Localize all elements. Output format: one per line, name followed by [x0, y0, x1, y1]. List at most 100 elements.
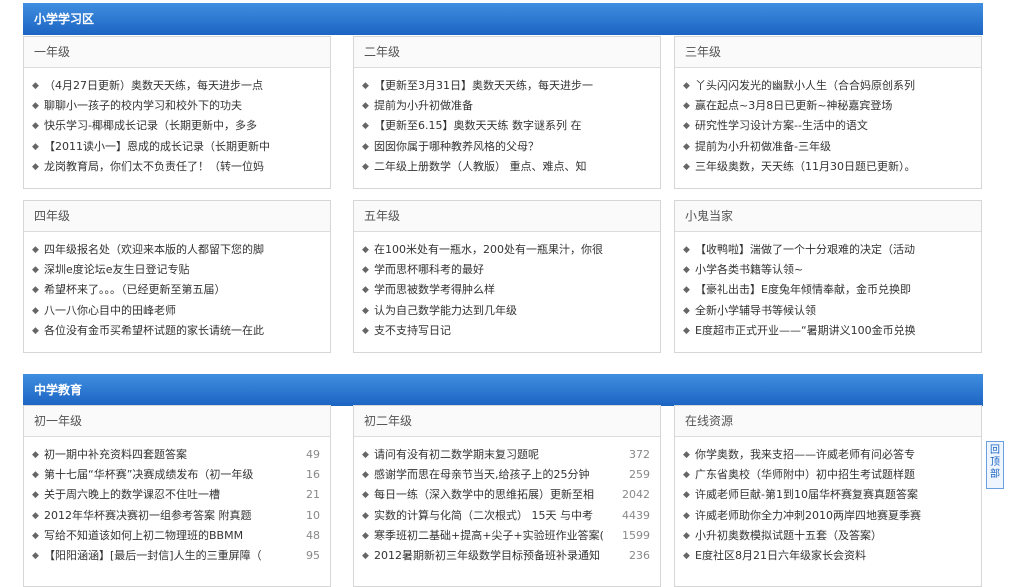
- list-item: ◆ 写给不知道该如何上初二物理班的BBMM 48: [24, 526, 330, 546]
- panel-title[interactable]: 五年级: [354, 201, 660, 232]
- bullet-icon: ◆: [683, 450, 690, 460]
- topic-link[interactable]: 【更新至3月31日】奥数天天练，每天进步一: [374, 76, 593, 96]
- topic-link[interactable]: 囡囡你属于哪种教养风格的父母？: [374, 137, 539, 157]
- topic-link[interactable]: 【更新至6.15】奥数天天练 数字谜系列 在: [374, 116, 581, 136]
- back-to-top-button[interactable]: 回顶部: [986, 441, 1004, 489]
- list-item: ◆ 【2011读小一】恩成的成长记录（长期更新中: [24, 137, 330, 157]
- forum-panel: 在线资源 ◆ 你学奥数，我来支招——许威老师有问必答专 ◆ 广东省奥校（华师附中）初中招…: [674, 405, 982, 587]
- topic-link[interactable]: 丫头闪闪发光的幽默小人生（合合妈原创系列: [695, 76, 915, 96]
- topic-link[interactable]: 许威老师巨献-第1到10届华杯赛复赛真题答案: [695, 485, 918, 505]
- topic-link[interactable]: 【阳阳涵涵】[最后一封信]人生的三重屏障（: [44, 546, 262, 566]
- bullet-icon: ◆: [683, 530, 690, 541]
- bullet-icon: ◆: [362, 141, 369, 152]
- bullet-icon: ◆: [683, 490, 690, 501]
- panel-title[interactable]: 一年级: [24, 37, 330, 68]
- topic-link[interactable]: 提前为小升初做准备-三年级: [695, 137, 831, 157]
- topic-link[interactable]: 在100米处有一瓶水，200处有一瓶果汁，你很: [374, 240, 603, 260]
- panel-title[interactable]: 在线资源: [675, 406, 981, 437]
- bullet-icon: ◆: [32, 161, 39, 172]
- topic-link[interactable]: 【豪礼出击】E度兔年倾情奉献，金币兑换即: [695, 280, 911, 300]
- topic-link[interactable]: 二年级上册数学（人教版） 重点、难点、知: [374, 157, 587, 177]
- bullet-icon: ◆: [683, 470, 690, 481]
- list-item: ◆ 希望杯来了。。。（已经更新至第五届）: [24, 280, 330, 300]
- bullet-icon: ◆: [32, 81, 39, 91]
- topic-link[interactable]: 【收鸭啦】湍做了一个十分艰难的决定（活动: [695, 240, 915, 260]
- bullet-icon: ◆: [32, 325, 39, 336]
- reply-count: 49: [306, 448, 320, 461]
- list-item: ◆ 四年级报名处（欢迎来本版的人都留下您的脚: [24, 240, 330, 260]
- panel-title[interactable]: 初二年级: [354, 406, 660, 437]
- topic-link[interactable]: 学而思被数学考得肿么样: [374, 280, 495, 300]
- topic-list: ◆ 【更新至3月31日】奥数天天练，每天进步一 ◆ 提前为小升初做准备 ◆ 【更新至6.1…: [354, 68, 660, 177]
- topic-link[interactable]: 各位没有金币买希望杯试题的家长请统一在此: [44, 321, 264, 341]
- topic-link[interactable]: 四年级报名处（欢迎来本版的人都留下您的脚: [44, 240, 264, 260]
- topic-link[interactable]: 快乐学习-椰椰成长记录（长期更新中，多多: [44, 116, 257, 136]
- topic-link[interactable]: 三年级奥数，天天练（11月30日题已更新）。: [695, 157, 916, 177]
- topic-link[interactable]: 你学奥数，我来支招——许威老师有问必答专: [695, 445, 915, 465]
- topic-link[interactable]: 【2011读小一】恩成的成长记录（长期更新中: [44, 137, 270, 157]
- topic-link[interactable]: 写给不知道该如何上初二物理班的BBMM: [44, 526, 243, 546]
- panel-title[interactable]: 四年级: [24, 201, 330, 232]
- topic-link[interactable]: 许威老师助你全力冲刺2010两岸四地赛夏季赛: [695, 506, 921, 526]
- topic-list: ◆ （4月27日更新）奥数天天练，每天进步一点 ◆ 聊聊小一孩子的校内学习和校外下的功…: [24, 68, 330, 177]
- topic-link[interactable]: 寒季班初二基础+提高+尖子+实验班作业答案(: [374, 526, 604, 546]
- list-item: ◆ 许威老师巨献-第1到10届华杯赛复赛真题答案: [675, 485, 981, 505]
- reply-count: 1599: [622, 528, 650, 542]
- topic-list: ◆ 初一期中补充资料四套题答案 49 ◆ 第十七届“华杯赛”决赛成绩发布（初一年级 16 ◆…: [24, 437, 330, 566]
- topic-link[interactable]: E度超市正式开业——“暑期讲义100金币兑换: [695, 321, 916, 341]
- topic-link[interactable]: 2012年华杯赛决赛初一组参考答案 附真题: [44, 506, 252, 526]
- panel-title[interactable]: 三年级: [675, 37, 981, 68]
- topic-link[interactable]: 认为自己数学能力达到几年级: [374, 301, 517, 321]
- forum-panel: 五年级 ◆ 在100米处有一瓶水，200处有一瓶果汁，你很 ◆ 学而思杯哪科考的最好 ◆ 学…: [353, 200, 661, 353]
- topic-link[interactable]: 每日一练（深入数学中的思维拓展）更新至相: [374, 485, 594, 505]
- list-item: ◆ 【更新至6.15】奥数天天练 数字谜系列 在: [354, 116, 660, 136]
- topic-link[interactable]: 学而思杯哪科考的最好: [374, 260, 484, 280]
- panel-title[interactable]: 二年级: [354, 37, 660, 68]
- topic-link[interactable]: 实数的计算与化简（二次根式） 15天 与中考: [374, 506, 593, 526]
- list-item: ◆ 2012年华杯赛决赛初一组参考答案 附真题 10: [24, 506, 330, 526]
- bullet-icon: ◆: [683, 121, 690, 132]
- bullet-icon: ◆: [362, 245, 369, 255]
- topic-link[interactable]: 感谢学而思在母亲节当天,给孩子上的25分钟: [374, 465, 590, 485]
- topic-link[interactable]: 广东省奥校（华师附中）初中招生考试题样题: [695, 465, 915, 485]
- topic-link[interactable]: 初一期中补充资料四套题答案: [44, 445, 187, 465]
- topic-link[interactable]: 深圳e度论坛e友生日登记专贴: [44, 260, 190, 280]
- topic-link[interactable]: 龙岗教育局，你们太不负责任了！（转一位妈: [44, 157, 264, 177]
- list-item: ◆ 实数的计算与化简（二次根式） 15天 与中考 4439: [354, 506, 660, 526]
- bullet-icon: ◆: [362, 101, 369, 112]
- list-item: ◆ 提前为小升初做准备: [354, 96, 660, 116]
- topic-link[interactable]: 关于周六晚上的数学课忍不住吐一槽: [44, 485, 220, 505]
- topic-link[interactable]: 聊聊小一孩子的校内学习和校外下的功夫: [44, 96, 242, 116]
- reply-count: 21: [306, 488, 320, 502]
- topic-link[interactable]: （4月27日更新）奥数天天练，每天进步一点: [44, 76, 263, 96]
- reply-count: 10: [306, 508, 320, 522]
- topic-link[interactable]: 全新小学辅导书等候认领: [695, 301, 816, 321]
- bullet-icon: ◆: [362, 121, 369, 132]
- bullet-icon: ◆: [362, 265, 369, 276]
- list-item: ◆ 【更新至3月31日】奥数天天练，每天进步一: [354, 76, 660, 96]
- topic-link[interactable]: 支不支持写日记: [374, 321, 451, 341]
- bullet-icon: ◆: [32, 245, 39, 255]
- bullet-icon: ◆: [362, 285, 369, 296]
- list-item: ◆ 你学奥数，我来支招——许威老师有问必答专: [675, 445, 981, 465]
- bullet-icon: ◆: [683, 285, 690, 296]
- list-item: ◆ 小学各类书籍等认领~: [675, 260, 981, 280]
- topic-list: ◆ 在100米处有一瓶水，200处有一瓶果汁，你很 ◆ 学而思杯哪科考的最好 ◆ 学而思被…: [354, 232, 660, 341]
- topic-link[interactable]: 2012暑期新初三年级数学目标预备班补录通知: [374, 546, 600, 566]
- bullet-icon: ◆: [683, 161, 690, 172]
- topic-link[interactable]: 赢在起点~3月8日已更新~神秘嘉宾登场: [695, 96, 892, 116]
- topic-link[interactable]: 研究性学习设计方案--生活中的语文: [695, 116, 868, 136]
- topic-link[interactable]: 第十七届“华杯赛”决赛成绩发布（初一年级: [44, 465, 253, 485]
- topic-link[interactable]: 八一八你心目中的田峰老师: [44, 301, 176, 321]
- panel-title[interactable]: 小鬼当家: [675, 201, 981, 232]
- topic-link[interactable]: 提前为小升初做准备: [374, 96, 473, 116]
- topic-link[interactable]: 希望杯来了。。。（已经更新至第五届）: [44, 280, 226, 300]
- topic-link[interactable]: 请问有没有初二数学期末复习题呢: [374, 445, 539, 465]
- topic-link[interactable]: E度社区8月21日六年级家长会资料: [695, 546, 866, 566]
- panel-title[interactable]: 初一年级: [24, 406, 330, 437]
- topic-link[interactable]: 小升初奥数模拟试题十五套（及答案）: [695, 526, 882, 546]
- list-item: ◆ 丫头闪闪发光的幽默小人生（合合妈原创系列: [675, 76, 981, 96]
- bullet-icon: ◆: [362, 470, 369, 481]
- list-item: ◆ 寒季班初二基础+提高+尖子+实验班作业答案(1599: [354, 526, 660, 546]
- topic-link[interactable]: 小学各类书籍等认领~: [695, 260, 803, 280]
